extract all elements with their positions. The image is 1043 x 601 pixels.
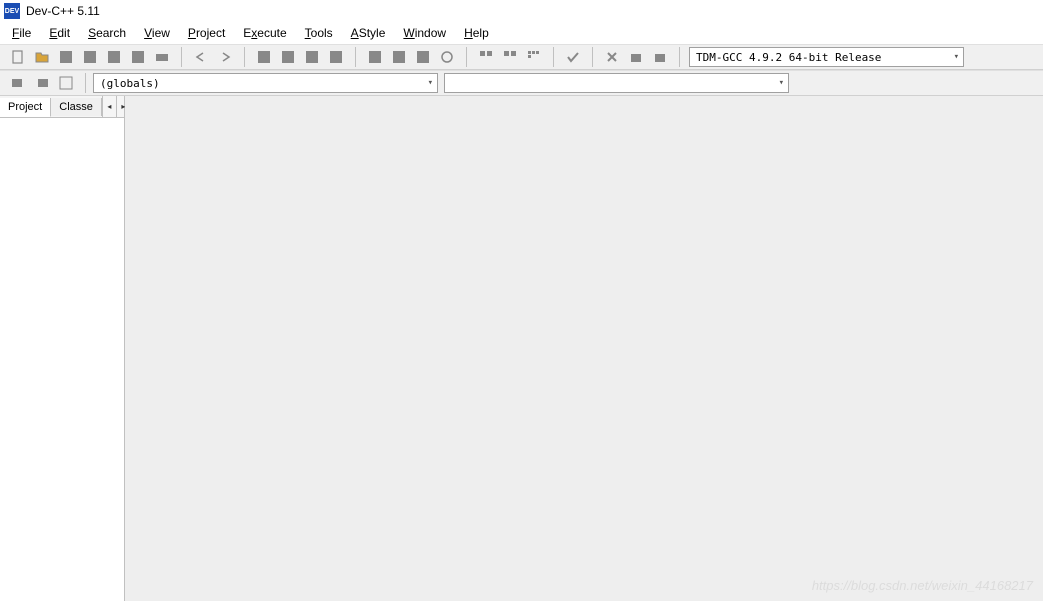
replace-icon[interactable] [277,46,299,68]
run-icon[interactable] [388,46,410,68]
side-tab-strip: Project Classe ◂ ▸ [0,96,124,118]
save-icon[interactable] [55,46,77,68]
profile-icon[interactable] [523,46,545,68]
toolbar-scope: (globals) ▾ ▾ [0,70,1043,96]
menu-file[interactable]: File [4,24,39,42]
save-as-icon[interactable] [103,46,125,68]
print-icon[interactable] [151,46,173,68]
save-all-icon[interactable] [79,46,101,68]
package-icon[interactable] [625,46,647,68]
toolbar-main: TDM-GCC 4.9.2 64-bit Release ▾ [0,44,1043,70]
rebuild-icon[interactable] [436,46,458,68]
editor-area: https://blog.csdn.net/weixin_44168217 [125,96,1043,601]
scope-select[interactable]: (globals) ▾ [93,73,438,93]
compiler-select[interactable]: TDM-GCC 4.9.2 64-bit Release ▾ [689,47,964,67]
bookmark-icon[interactable] [55,72,77,94]
find-next-icon[interactable] [301,46,323,68]
watermark-text: https://blog.csdn.net/weixin_44168217 [812,578,1033,593]
nav-back-icon[interactable] [7,72,29,94]
chevron-down-icon: ▾ [954,52,959,62]
main-area: Project Classe ◂ ▸ https://blog.csdn.net… [0,96,1043,601]
options-icon[interactable] [649,46,671,68]
compiler-select-value: TDM-GCC 4.9.2 64-bit Release [696,51,881,64]
undo-icon[interactable] [190,46,212,68]
title-bar: DEV Dev-C++ 5.11 [0,0,1043,22]
find-icon[interactable] [253,46,275,68]
menu-search[interactable]: Search [80,24,134,42]
tab-classes[interactable]: Classe [51,98,102,116]
step-icon[interactable] [499,46,521,68]
menu-window[interactable]: Window [395,24,454,42]
goto-icon[interactable] [325,46,347,68]
compile-icon[interactable] [364,46,386,68]
tab-project[interactable]: Project [0,98,51,117]
redo-icon[interactable] [214,46,236,68]
chevron-down-icon: ▾ [779,78,784,88]
menu-execute[interactable]: Execute [235,24,294,42]
app-icon: DEV [4,3,20,19]
menu-bar: File Edit Search View Project Execute To… [0,22,1043,44]
scope-select-value: (globals) [100,77,160,90]
compile-run-icon[interactable] [412,46,434,68]
tab-scroll-left-icon[interactable]: ◂ [102,96,116,117]
check-icon[interactable] [562,46,584,68]
menu-help[interactable]: Help [456,24,497,42]
clear-icon[interactable] [601,46,623,68]
side-panel: Project Classe ◂ ▸ [0,96,125,601]
open-file-icon[interactable] [31,46,53,68]
menu-edit[interactable]: Edit [41,24,78,42]
menu-project[interactable]: Project [180,24,233,42]
menu-view[interactable]: View [136,24,178,42]
close-icon[interactable] [127,46,149,68]
menu-astyle[interactable]: AStyle [343,24,394,42]
nav-fwd-icon[interactable] [31,72,53,94]
new-file-icon[interactable] [7,46,29,68]
window-title: Dev-C++ 5.11 [26,4,100,18]
member-select[interactable]: ▾ [444,73,789,93]
debug-icon[interactable] [475,46,497,68]
chevron-down-icon: ▾ [428,78,433,88]
menu-tools[interactable]: Tools [297,24,341,42]
